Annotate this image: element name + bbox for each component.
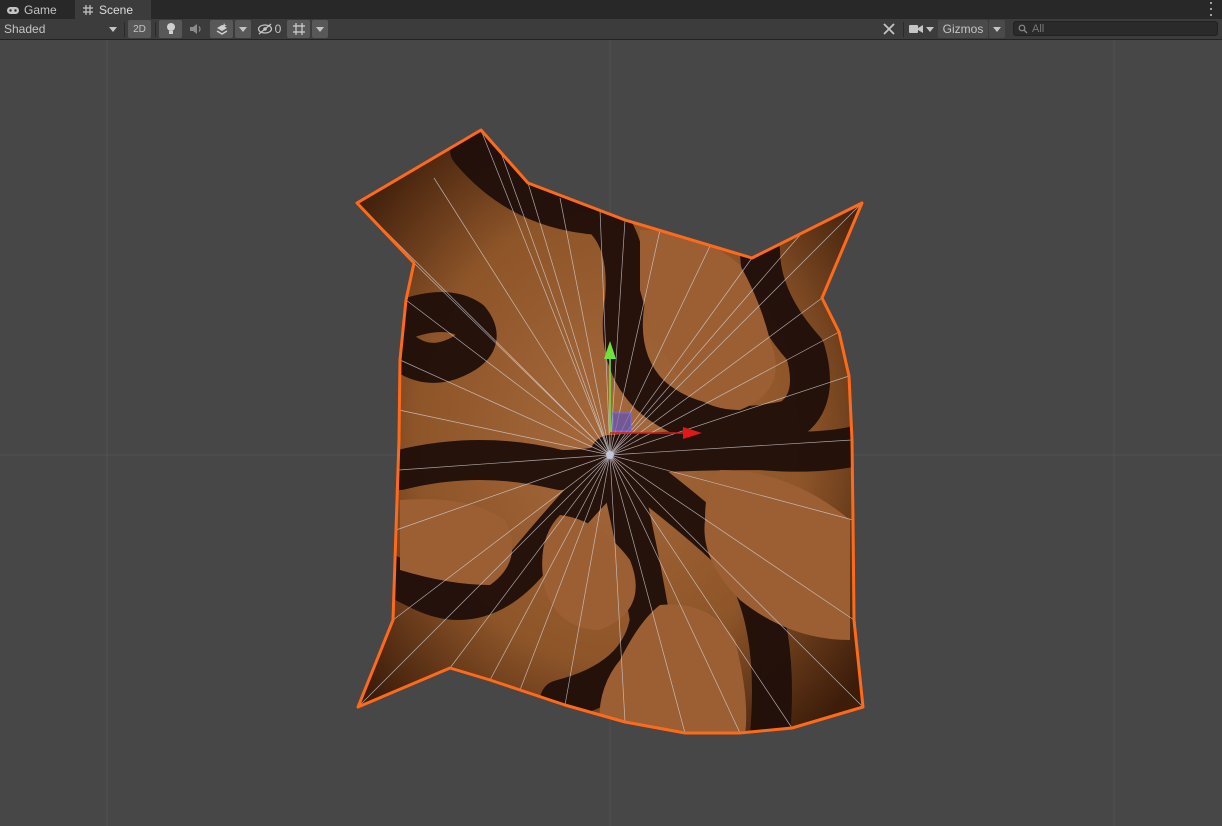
tab-scene[interactable]: Scene — [75, 0, 151, 19]
gizmos-button[interactable]: Gizmos — [938, 20, 988, 38]
search-placeholder: All — [1032, 22, 1045, 35]
effects-dropdown-button[interactable] — [235, 20, 251, 38]
audio-toggle-button[interactable] — [185, 20, 207, 38]
hidden-count: 0 — [274, 22, 282, 36]
camera-icon — [908, 25, 923, 33]
more-options-icon[interactable] — [1208, 2, 1214, 16]
pivot-point — [606, 451, 614, 459]
chevron-down-icon — [109, 26, 117, 32]
layers-effects-icon — [216, 23, 227, 35]
grid-hash-icon — [83, 4, 93, 15]
gizmos-label: Gizmos — [942, 22, 984, 36]
chevron-down-icon — [316, 26, 324, 32]
tools-icon — [883, 23, 895, 35]
scene-viewport[interactable] — [0, 40, 1222, 826]
toggle-2d-button[interactable]: 2D — [128, 20, 151, 38]
effects-toggle-button[interactable] — [210, 20, 233, 38]
gamepad-icon — [7, 6, 19, 14]
search-icon — [1018, 24, 1028, 33]
toggle-2d-label: 2D — [133, 23, 146, 35]
lighting-toggle-button[interactable] — [159, 20, 182, 38]
scene-canvas[interactable] — [0, 40, 1222, 826]
chevron-down-icon — [925, 26, 934, 32]
grid-icon — [292, 23, 305, 35]
grid-toggle-button[interactable] — [287, 20, 310, 38]
lightbulb-icon — [166, 23, 175, 34]
search-input[interactable]: All — [1013, 21, 1218, 36]
tab-scene-label: Scene — [99, 2, 134, 17]
toolbar-divider — [903, 22, 904, 37]
grid-dropdown-button[interactable] — [312, 20, 328, 38]
scene-toolbar: Shaded 2D 0 Gizmos All — [0, 19, 1222, 40]
toolbar-divider — [155, 22, 156, 37]
draw-mode-dropdown[interactable]: Shaded — [0, 20, 121, 38]
tab-game-label: Game — [24, 2, 57, 17]
scene-visibility-toggle[interactable]: 0 — [254, 20, 284, 38]
window-tab-bar: Game Scene — [0, 0, 1222, 19]
camera-dropdown[interactable] — [906, 20, 936, 38]
xy-plane-handle[interactable] — [612, 412, 632, 432]
tools-button[interactable] — [877, 20, 901, 38]
gizmos-dropdown-button[interactable] — [989, 20, 1005, 38]
hidden-eye-icon — [257, 23, 272, 35]
chevron-down-icon — [993, 26, 1001, 32]
draw-mode-label: Shaded — [4, 22, 46, 36]
toolbar-divider — [124, 22, 125, 37]
chevron-down-icon — [239, 26, 247, 32]
tab-game[interactable]: Game — [0, 0, 74, 19]
speaker-icon — [190, 24, 201, 34]
